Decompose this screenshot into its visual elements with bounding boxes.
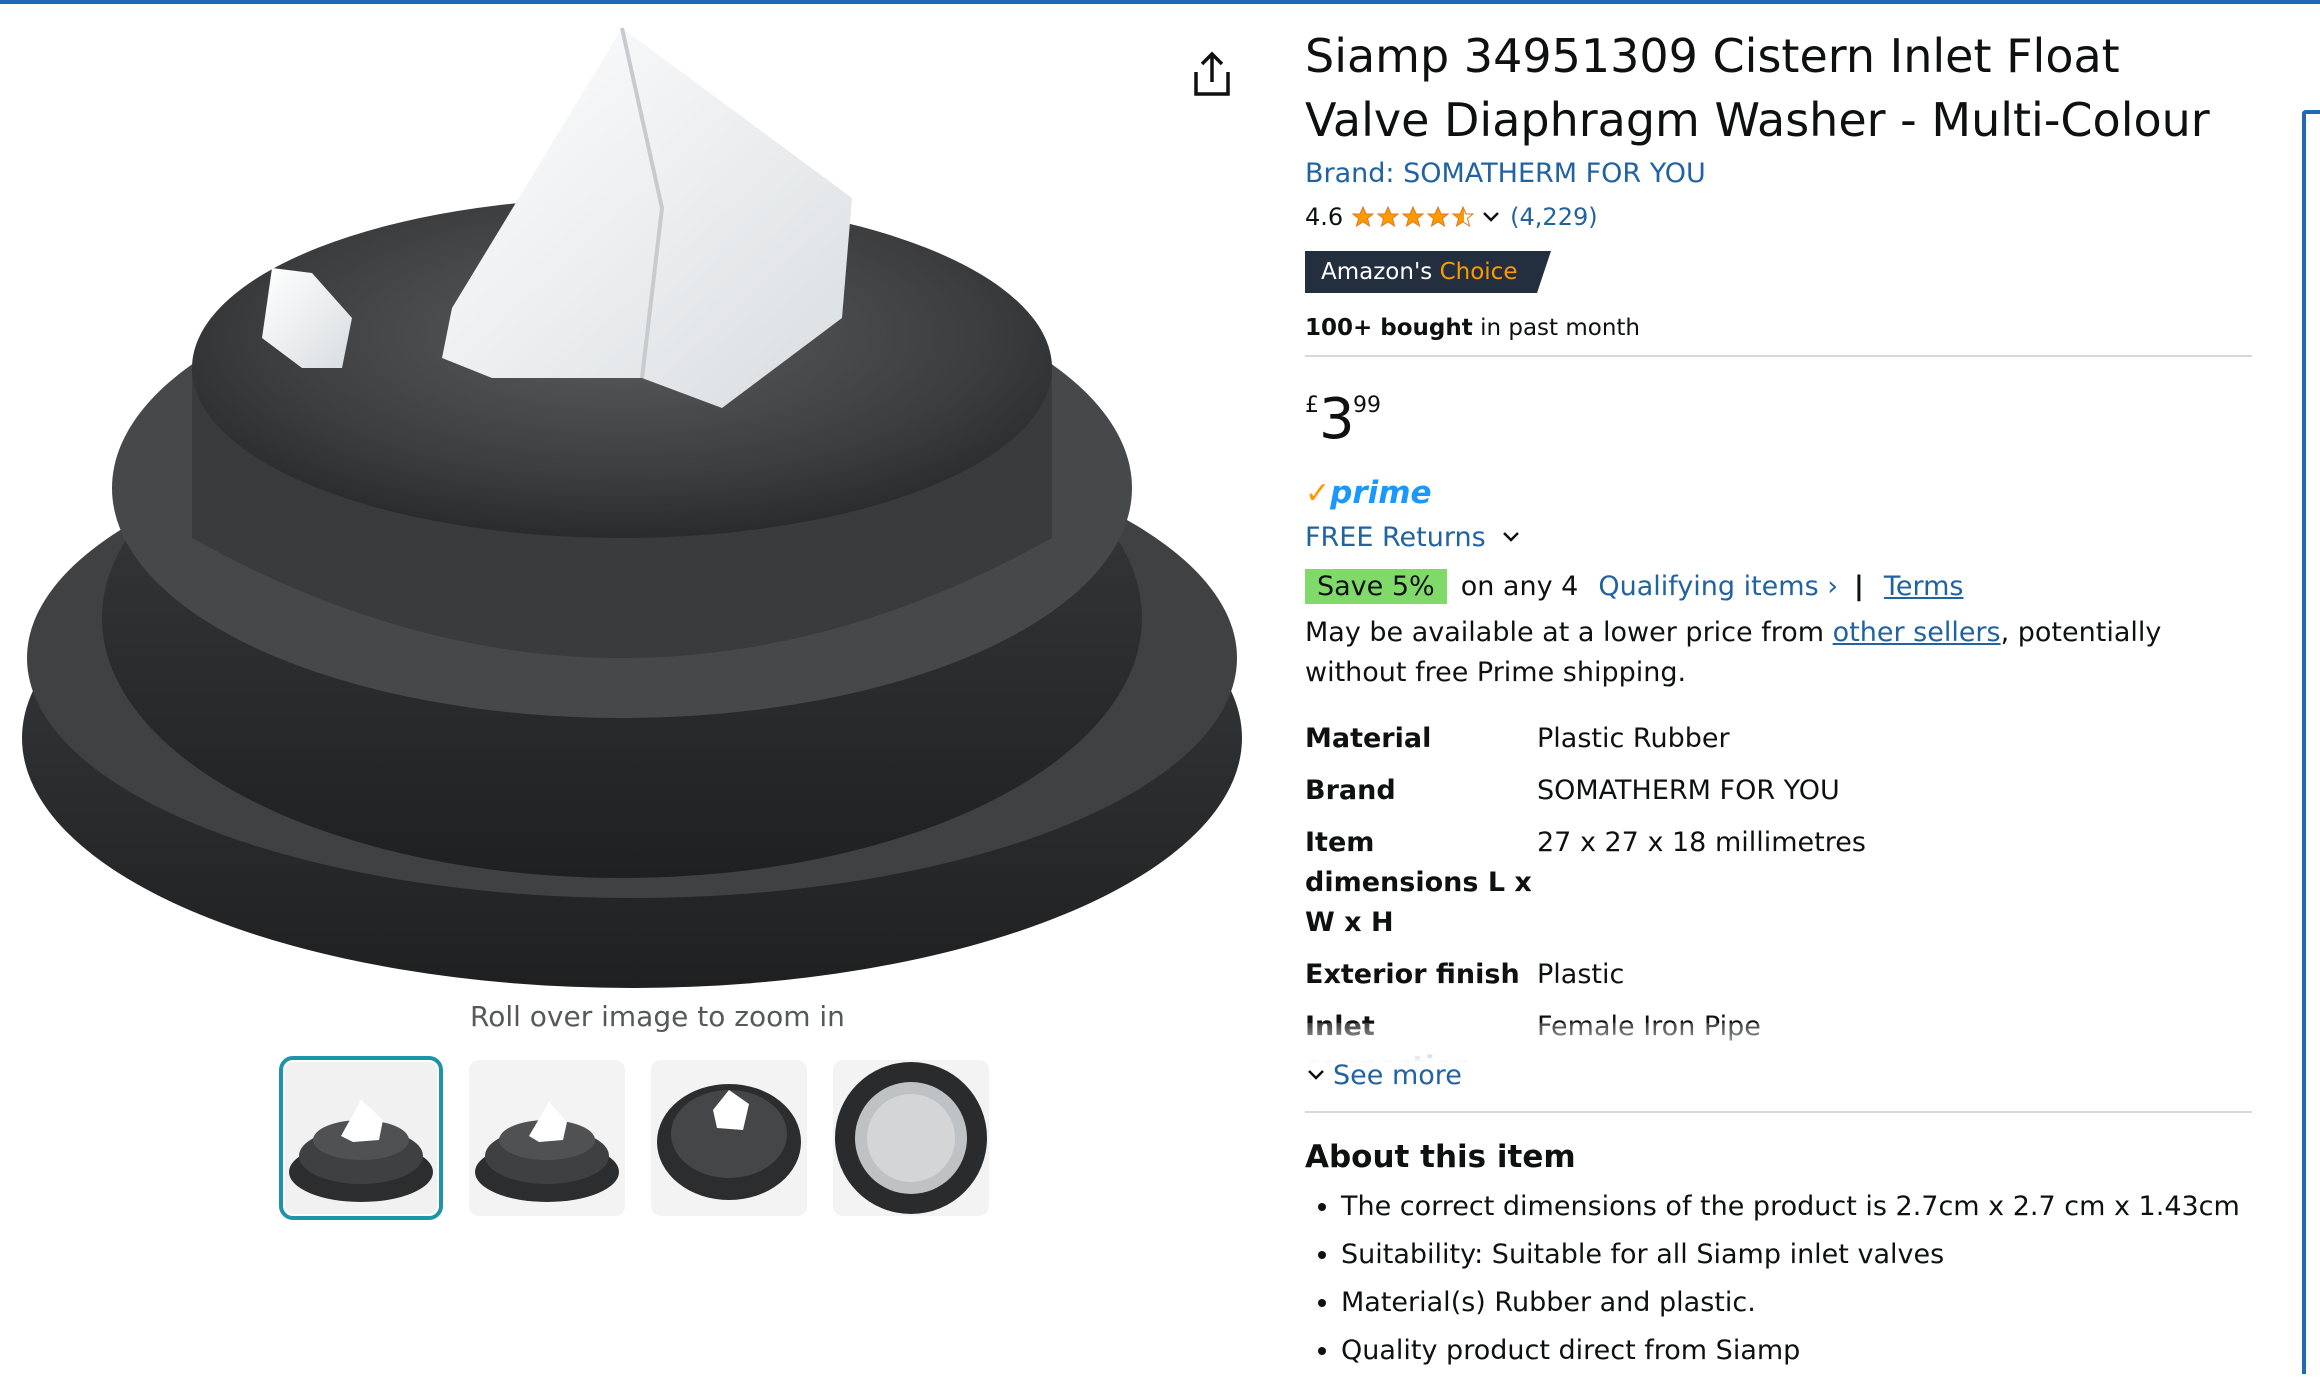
badge-prefix: Amazon's (1321, 259, 1433, 285)
free-returns-link[interactable]: FREE Returns (1305, 515, 2255, 559)
prime-badge[interactable]: ✓ prime (1305, 473, 2255, 513)
save-badge: Save 5% (1305, 568, 1447, 604)
spec-value: 27 x 27 x 18 millimetres (1537, 827, 1866, 858)
rating-count-link[interactable]: (4,229) (1510, 203, 1597, 231)
about-heading: About this item (1305, 1139, 1576, 1175)
specs-table: Material Plastic Rubber Brand SOMATHERM FOR… (1305, 719, 1866, 1063)
bought-in-past-month: 100+ bought in past month (1305, 315, 2255, 341)
rating-value: 4.6 (1305, 203, 1344, 231)
zoom-hint: Roll over image to zoom in (470, 1000, 845, 1033)
price-whole: 3 (1319, 387, 1355, 452)
other-sellers-link[interactable]: other sellers (1833, 617, 2001, 648)
top-accent-line (0, 0, 2320, 4)
star-half-icon (1451, 205, 1475, 228)
spec-key: Material (1305, 723, 1432, 754)
lower-price-notice: May be available at a lower price from o… (1305, 613, 2255, 693)
badge-choice: Choice (1439, 259, 1518, 285)
divider (1305, 355, 2252, 357)
spec-value: Plastic (1537, 959, 1625, 990)
thumbnail-4[interactable] (833, 1060, 989, 1216)
thumbnail-1[interactable] (279, 1056, 443, 1220)
specs-fade (1305, 1023, 2255, 1063)
product-title: Siamp 34951309 Cistern Inlet Float Valve… (1305, 29, 2210, 147)
spec-row: Brand SOMATHERM FOR YOU (1305, 771, 1866, 823)
brand-link[interactable]: Brand: SOMATHERM FOR YOU (1305, 158, 1706, 189)
separator: | (1854, 570, 1864, 602)
spec-key: Exterior finish (1305, 959, 1520, 990)
share-icon (1194, 51, 1230, 96)
about-item: Suitability: Suitable for all Siamp inle… (1341, 1231, 2255, 1279)
thumbnail-2[interactable] (469, 1060, 625, 1216)
prime-label: prime (1330, 475, 1432, 511)
prime-check-icon: ✓ (1305, 475, 1331, 511)
about-item: The correct dimensions of the product is… (1341, 1183, 2255, 1231)
spec-row: Item dimensions L x W x H 27 x 27 x 18 mi… (1305, 823, 1866, 955)
star-icon (1376, 205, 1400, 228)
spec-row: Material Plastic Rubber (1305, 719, 1866, 771)
free-returns-label: FREE Returns (1305, 521, 1486, 553)
save-text: on any 4 (1460, 570, 1579, 602)
star-icon (1401, 205, 1425, 228)
chevron-down-icon[interactable] (1480, 206, 1502, 228)
about-item: Quality product direct from Siamp (1341, 1327, 2255, 1375)
thumbnail-3[interactable] (651, 1060, 807, 1216)
star-icon (1351, 205, 1375, 228)
spec-row: Exterior finish Plastic (1305, 955, 1866, 1007)
product-details: Siamp 34951309 Cistern Inlet Float Valve… (1305, 24, 2255, 1375)
main-product-image[interactable] (22, 18, 1242, 988)
qualifying-items-link[interactable]: Qualifying items › (1598, 571, 1838, 602)
share-button[interactable] (1190, 50, 1234, 100)
chevron-down-icon (1502, 532, 1519, 542)
about-item: Material(s) Rubber and plastic. (1341, 1279, 2255, 1327)
spec-key: Item dimensions L x W x H (1305, 827, 1532, 938)
price-symbol: £ (1305, 393, 1319, 418)
rating-row: 4.6 (4,229) (1305, 201, 2255, 233)
terms-link[interactable]: Terms (1884, 571, 1964, 602)
specs-table-wrapper: Material Plastic Rubber Brand SOMATHERM FOR… (1305, 693, 2255, 1063)
price: £ 3 99 (1305, 387, 2255, 463)
star-rating[interactable] (1351, 205, 1476, 229)
bought-suffix: in past month (1472, 315, 1641, 341)
right-panel-edge (2302, 110, 2320, 1374)
bought-count: 100+ bought (1305, 315, 1473, 341)
star-icon (1426, 205, 1450, 228)
spec-key: Brand (1305, 775, 1396, 806)
price-fraction: 99 (1353, 393, 1381, 418)
about-list: The correct dimensions of the product is… (1305, 1183, 2255, 1375)
lower-price-prefix: May be available at a lower price from (1305, 617, 1833, 648)
spec-value: Plastic Rubber (1537, 723, 1730, 754)
chevron-down-icon (1308, 1070, 1324, 1080)
spec-value: SOMATHERM FOR YOU (1537, 775, 1840, 806)
see-more-label: See more (1333, 1059, 1462, 1091)
amazons-choice-badge: Amazon's Choice (1305, 251, 1552, 293)
divider (1305, 1111, 2252, 1113)
save-promotion: Save 5% on any 4 Qualifying items › | Te… (1305, 565, 2255, 607)
